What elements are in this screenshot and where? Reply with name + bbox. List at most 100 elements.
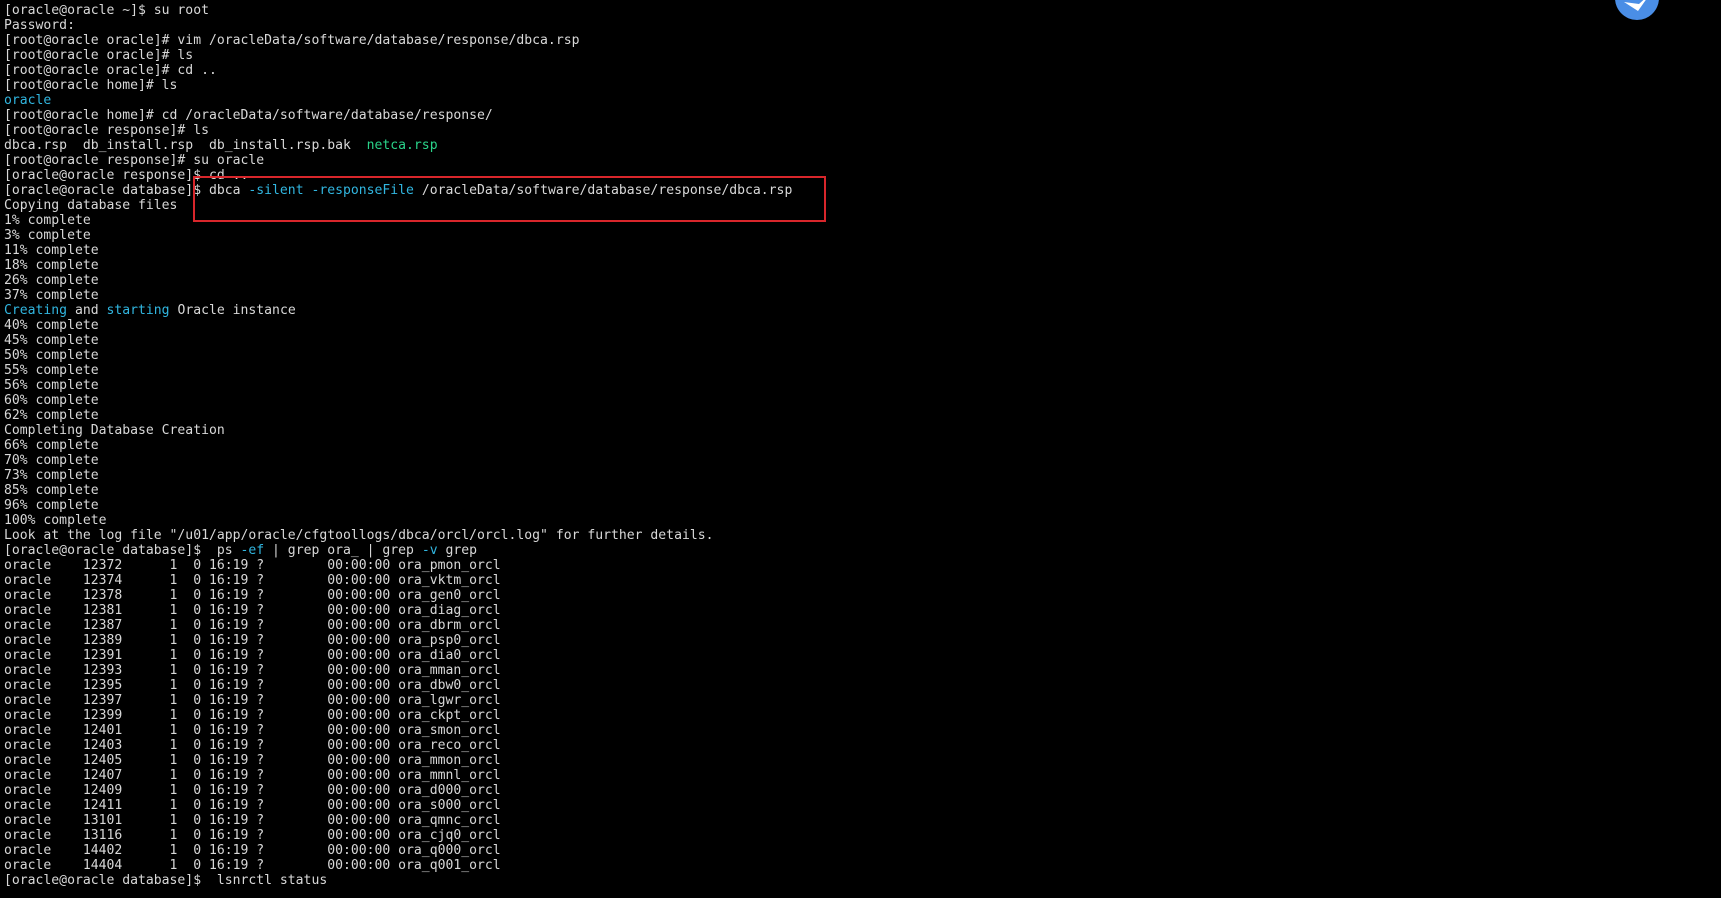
terminal-text-segment: 3% complete — [4, 228, 91, 243]
terminal-line: [root@oracle home]# cd /oracleData/softw… — [4, 108, 1704, 123]
terminal-text-segment: oracle 12411 1 0 16:19 ? 00:00:00 ora_s0… — [4, 798, 501, 813]
terminal-text-segment: 73% complete — [4, 468, 99, 483]
terminal-line: oracle 12374 1 0 16:19 ? 00:00:00 ora_vk… — [4, 573, 1704, 588]
terminal-line: Look at the log file "/u01/app/oracle/cf… — [4, 528, 1704, 543]
terminal-text-segment: [root@oracle home]# cd /oracleData/softw… — [4, 108, 493, 123]
terminal-text-segment: 70% complete — [4, 453, 99, 468]
terminal-text-segment: 1% complete — [4, 213, 91, 228]
terminal-line: oracle 12399 1 0 16:19 ? 00:00:00 ora_ck… — [4, 708, 1704, 723]
terminal-output[interactable]: [oracle@oracle ~]$ su root Password: [root… — [4, 3, 1704, 888]
terminal-text-segment: 55% complete — [4, 363, 99, 378]
terminal-line: Password: — [4, 18, 1704, 33]
terminal-line: 11% complete — [4, 243, 1704, 258]
terminal-text-segment: [oracle@oracle database]$ dbca — [4, 183, 249, 198]
terminal-text-segment: oracle 13101 1 0 16:19 ? 00:00:00 ora_qm… — [4, 813, 501, 828]
terminal-text-segment: 11% complete — [4, 243, 99, 258]
terminal-text-segment: [root@oracle response]# su oracle — [4, 153, 265, 168]
terminal-line: oracle 14402 1 0 16:19 ? 00:00:00 ora_q0… — [4, 843, 1704, 858]
terminal-line: oracle 12389 1 0 16:19 ? 00:00:00 ora_ps… — [4, 633, 1704, 648]
terminal-text-segment: [oracle@oracle ~]$ su root — [4, 3, 209, 18]
terminal-text-segment: oracle 12401 1 0 16:19 ? 00:00:00 ora_sm… — [4, 723, 501, 738]
terminal-line: oracle 12411 1 0 16:19 ? 00:00:00 ora_s0… — [4, 798, 1704, 813]
terminal-line: [root@oracle response]# ls — [4, 123, 1704, 138]
terminal-line: oracle 12397 1 0 16:19 ? 00:00:00 ora_lg… — [4, 693, 1704, 708]
terminal-text-segment: Oracle instance — [169, 303, 296, 318]
terminal-line: [oracle@oracle database]$ lsnrctl status — [4, 873, 1704, 888]
terminal-line: oracle 12395 1 0 16:19 ? 00:00:00 ora_db… — [4, 678, 1704, 693]
terminal-text-segment: 26% complete — [4, 273, 99, 288]
terminal-text-segment: 66% complete — [4, 438, 99, 453]
terminal-line: 100% complete — [4, 513, 1704, 528]
terminal-text-segment: 50% complete — [4, 348, 99, 363]
terminal-line: oracle 12393 1 0 16:19 ? 00:00:00 ora_mm… — [4, 663, 1704, 678]
terminal-text-segment: [root@oracle home]# ls — [4, 78, 178, 93]
terminal-line: oracle 12409 1 0 16:19 ? 00:00:00 ora_d0… — [4, 783, 1704, 798]
terminal-line: 26% complete — [4, 273, 1704, 288]
terminal-line: 85% complete — [4, 483, 1704, 498]
terminal-line: [root@oracle response]# su oracle — [4, 153, 1704, 168]
terminal-text-segment: 62% complete — [4, 408, 99, 423]
terminal-text-segment: [root@oracle oracle]# ls — [4, 48, 194, 63]
terminal-text-segment: Password: — [4, 18, 75, 33]
terminal-line: 37% complete — [4, 288, 1704, 303]
terminal-line: [root@oracle oracle]# vim /oracleData/so… — [4, 33, 1704, 48]
terminal-text-segment: oracle 12407 1 0 16:19 ? 00:00:00 ora_mm… — [4, 768, 501, 783]
terminal-text-segment: oracle 12403 1 0 16:19 ? 00:00:00 ora_re… — [4, 738, 501, 753]
bird-logo-icon[interactable] — [1612, 0, 1662, 23]
terminal-line: 55% complete — [4, 363, 1704, 378]
terminal-text-segment: [oracle@oracle database]$ ps — [4, 543, 241, 558]
terminal-line: 62% complete — [4, 408, 1704, 423]
terminal-line: oracle 12387 1 0 16:19 ? 00:00:00 ora_db… — [4, 618, 1704, 633]
terminal-line: oracle — [4, 93, 1704, 108]
terminal-text-segment: oracle 12397 1 0 16:19 ? 00:00:00 ora_lg… — [4, 693, 501, 708]
terminal-text-segment: [oracle@oracle database]$ lsnrctl status — [4, 873, 328, 888]
terminal-line: oracle 12381 1 0 16:19 ? 00:00:00 ora_di… — [4, 603, 1704, 618]
terminal-line: oracle 12372 1 0 16:19 ? 00:00:00 ora_pm… — [4, 558, 1704, 573]
terminal-line: 70% complete — [4, 453, 1704, 468]
terminal-text-segment: oracle 12389 1 0 16:19 ? 00:00:00 ora_ps… — [4, 633, 501, 648]
terminal-line: oracle 12378 1 0 16:19 ? 00:00:00 ora_ge… — [4, 588, 1704, 603]
terminal-text-segment: oracle 14402 1 0 16:19 ? 00:00:00 ora_q0… — [4, 843, 501, 858]
terminal-text-segment: oracle 12387 1 0 16:19 ? 00:00:00 ora_db… — [4, 618, 501, 633]
terminal-text-segment: oracle 12372 1 0 16:19 ? 00:00:00 ora_pm… — [4, 558, 501, 573]
terminal-text-segment: Copying database files — [4, 198, 178, 213]
terminal-text-segment: dbca.rsp db_install.rsp db_install.rsp.b… — [4, 138, 367, 153]
terminal-line: [oracle@oracle response]$ cd .. — [4, 168, 1704, 183]
terminal-line: Completing Database Creation — [4, 423, 1704, 438]
terminal-text-segment: [root@oracle response]# ls — [4, 123, 209, 138]
terminal-line: 3% complete — [4, 228, 1704, 243]
terminal-text-segment: oracle 14404 1 0 16:19 ? 00:00:00 ora_q0… — [4, 858, 501, 873]
terminal-text-segment: [root@oracle oracle]# cd .. — [4, 63, 217, 78]
terminal-line: oracle 12407 1 0 16:19 ? 00:00:00 ora_mm… — [4, 768, 1704, 783]
terminal-line: 96% complete — [4, 498, 1704, 513]
terminal-text-segment: Look at the log file "/u01/app/oracle/cf… — [4, 528, 714, 543]
terminal-line: [root@oracle oracle]# cd .. — [4, 63, 1704, 78]
terminal-line: [oracle@oracle ~]$ su root — [4, 3, 1704, 18]
terminal-text-segment: oracle 12391 1 0 16:19 ? 00:00:00 ora_di… — [4, 648, 501, 663]
terminal-line: oracle 12391 1 0 16:19 ? 00:00:00 ora_di… — [4, 648, 1704, 663]
terminal-text-segment: 96% complete — [4, 498, 99, 513]
terminal-line: oracle 12405 1 0 16:19 ? 00:00:00 ora_mm… — [4, 753, 1704, 768]
terminal-line: Creating and starting Oracle instance — [4, 303, 1704, 318]
terminal-text-segment: netca.rsp — [366, 138, 438, 153]
terminal-text-segment: oracle 12409 1 0 16:19 ? 00:00:00 ora_d0… — [4, 783, 501, 798]
terminal-text-segment: -v — [421, 543, 438, 558]
terminal-text-segment: starting — [106, 303, 170, 318]
terminal-text-segment: /oracleData/software/database/response/d… — [413, 183, 793, 198]
terminal-text-segment: 18% complete — [4, 258, 99, 273]
terminal-text-segment: oracle 12381 1 0 16:19 ? 00:00:00 ora_di… — [4, 603, 501, 618]
terminal-line: [oracle@oracle database]$ ps -ef | grep … — [4, 543, 1704, 558]
terminal-line: [oracle@oracle database]$ dbca -silent -… — [4, 183, 1704, 198]
terminal-text-segment: oracle 12405 1 0 16:19 ? 00:00:00 ora_mm… — [4, 753, 501, 768]
terminal-text-segment: oracle 12378 1 0 16:19 ? 00:00:00 ora_ge… — [4, 588, 501, 603]
terminal-line: 66% complete — [4, 438, 1704, 453]
terminal-line: oracle 12401 1 0 16:19 ? 00:00:00 ora_sm… — [4, 723, 1704, 738]
terminal-text-segment: oracle 13116 1 0 16:19 ? 00:00:00 ora_cj… — [4, 828, 501, 843]
terminal-text-segment: 60% complete — [4, 393, 99, 408]
terminal-text-segment: and — [67, 303, 107, 318]
terminal-line: 1% complete — [4, 213, 1704, 228]
terminal-text-segment: oracle 12374 1 0 16:19 ? 00:00:00 ora_vk… — [4, 573, 501, 588]
terminal-line: dbca.rsp db_install.rsp db_install.rsp.b… — [4, 138, 1704, 153]
terminal-text-segment: 56% complete — [4, 378, 99, 393]
terminal-line: oracle 13116 1 0 16:19 ? 00:00:00 ora_cj… — [4, 828, 1704, 843]
